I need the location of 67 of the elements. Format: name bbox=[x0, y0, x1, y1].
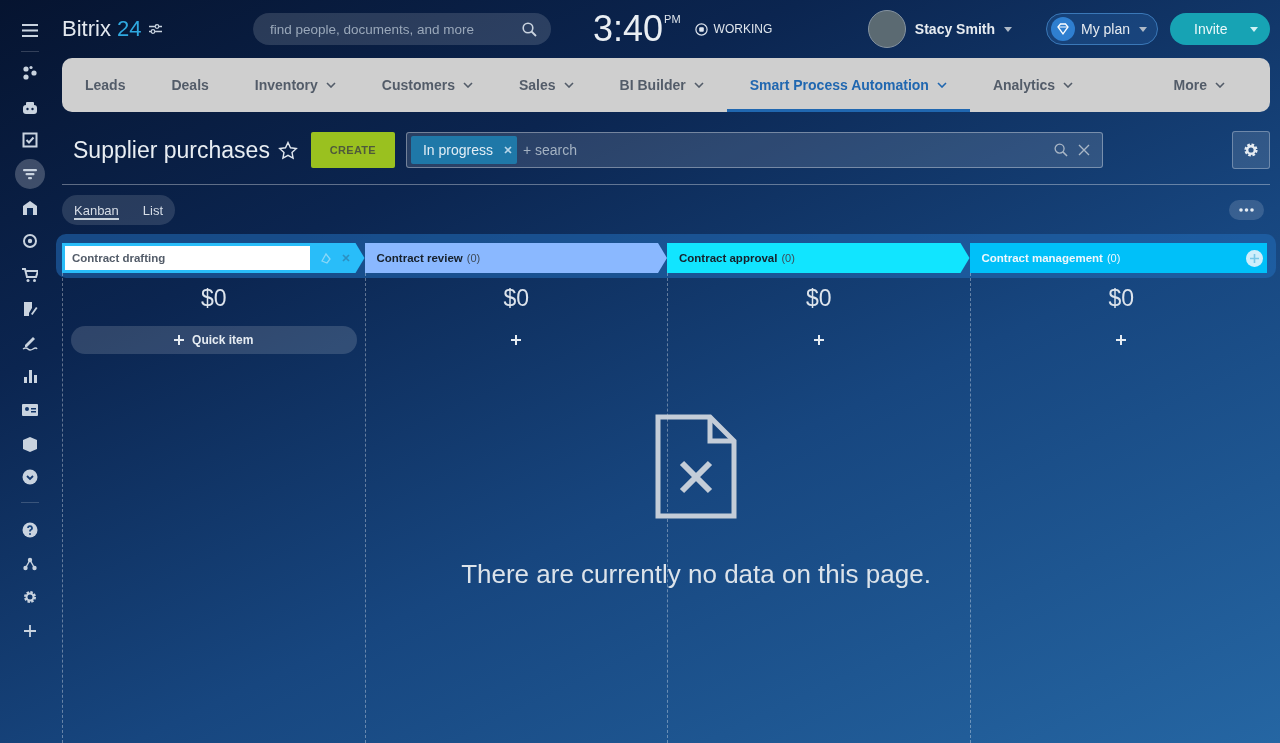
chevron-down-icon bbox=[463, 82, 473, 88]
sliders-icon[interactable] bbox=[149, 24, 163, 34]
nav-tab[interactable]: Smart Process Automation bbox=[726, 58, 970, 112]
nav-tab[interactable]: Sales bbox=[496, 58, 597, 112]
nav-tab[interactable]: Analytics bbox=[969, 58, 1097, 112]
search-icon[interactable] bbox=[522, 21, 537, 37]
stage-header[interactable]: Contract drafting bbox=[62, 243, 365, 273]
stage-title: Contract management bbox=[981, 252, 1103, 264]
filter-field[interactable]: In progress + search bbox=[405, 132, 1103, 168]
ellipsis-icon bbox=[1239, 208, 1254, 212]
funnel-icon[interactable] bbox=[15, 159, 45, 190]
chevron-down-icon bbox=[693, 82, 704, 88]
stage-count: (0) bbox=[781, 252, 795, 264]
nav-tab[interactable]: Inventory bbox=[231, 58, 359, 112]
avatar[interactable] bbox=[867, 10, 906, 48]
stage-header[interactable]: Contract approval (0) bbox=[667, 243, 970, 273]
record-icon[interactable] bbox=[694, 22, 708, 36]
logo-name: Bitrix bbox=[62, 16, 111, 42]
chevron-down-icon bbox=[1215, 82, 1225, 88]
view-tab[interactable]: Kanban bbox=[74, 200, 119, 220]
caret-icon bbox=[1139, 26, 1147, 32]
quick-item-button[interactable]: Quick item bbox=[70, 326, 357, 354]
menu-icon[interactable] bbox=[22, 24, 38, 37]
work-status[interactable]: WORKING bbox=[713, 22, 773, 36]
close-icon[interactable] bbox=[1077, 144, 1090, 156]
search-icon[interactable] bbox=[1053, 143, 1068, 157]
caret-icon[interactable] bbox=[1004, 26, 1012, 32]
settings-icon bbox=[1243, 142, 1259, 158]
stage-header[interactable]: Contract review (0) bbox=[364, 243, 667, 273]
filter-chip[interactable]: In progress bbox=[410, 136, 517, 164]
stage-count: (0) bbox=[1106, 252, 1121, 264]
nav-tab[interactable]: Deals bbox=[148, 58, 232, 112]
logo-number: 24 bbox=[116, 16, 142, 42]
stage-title: Contract approval bbox=[679, 252, 778, 264]
stage-title: Contract review bbox=[376, 252, 463, 264]
chevron-down-icon bbox=[1063, 82, 1074, 88]
chevron-down-icon bbox=[563, 82, 574, 88]
stage-total: $0 bbox=[503, 285, 530, 312]
create-button[interactable]: CREATE bbox=[310, 132, 395, 168]
file-error-icon bbox=[655, 414, 737, 519]
plan-button[interactable]: My plan bbox=[1046, 13, 1158, 45]
stage-total: $0 bbox=[805, 285, 832, 312]
plus-icon bbox=[174, 335, 185, 345]
empty-message: There are currently no data on this page. bbox=[461, 559, 931, 590]
stage-total: $0 bbox=[1108, 285, 1135, 312]
plus-icon[interactable] bbox=[511, 335, 522, 345]
clock-time: 3:40 bbox=[593, 9, 664, 49]
stage-total: $0 bbox=[200, 285, 227, 312]
nav-tab[interactable]: Leads bbox=[62, 58, 149, 112]
nav-tab[interactable]: Customers bbox=[358, 58, 496, 112]
stage-name-field[interactable]: Contract drafting bbox=[65, 246, 310, 270]
clock-period: PM bbox=[664, 13, 681, 25]
nav-tab[interactable]: More bbox=[1150, 58, 1270, 112]
stage-count: (0) bbox=[466, 252, 481, 264]
plus-icon[interactable] bbox=[813, 335, 824, 345]
chevron-down-icon bbox=[325, 82, 336, 88]
caret-icon bbox=[1250, 26, 1258, 32]
plus-icon[interactable] bbox=[1116, 335, 1127, 345]
view-tab[interactable]: List bbox=[142, 200, 164, 220]
more-button[interactable] bbox=[1229, 200, 1264, 220]
invite-button[interactable]: Invite bbox=[1170, 13, 1270, 45]
chevron-down-icon bbox=[936, 82, 947, 88]
user-name[interactable]: Stacy Smith bbox=[914, 21, 995, 37]
settings-button[interactable] bbox=[1232, 131, 1270, 169]
page-title: Supplier purchases bbox=[73, 136, 270, 164]
star-icon[interactable] bbox=[277, 140, 298, 160]
nav-tab[interactable]: BI Builder bbox=[596, 58, 727, 112]
